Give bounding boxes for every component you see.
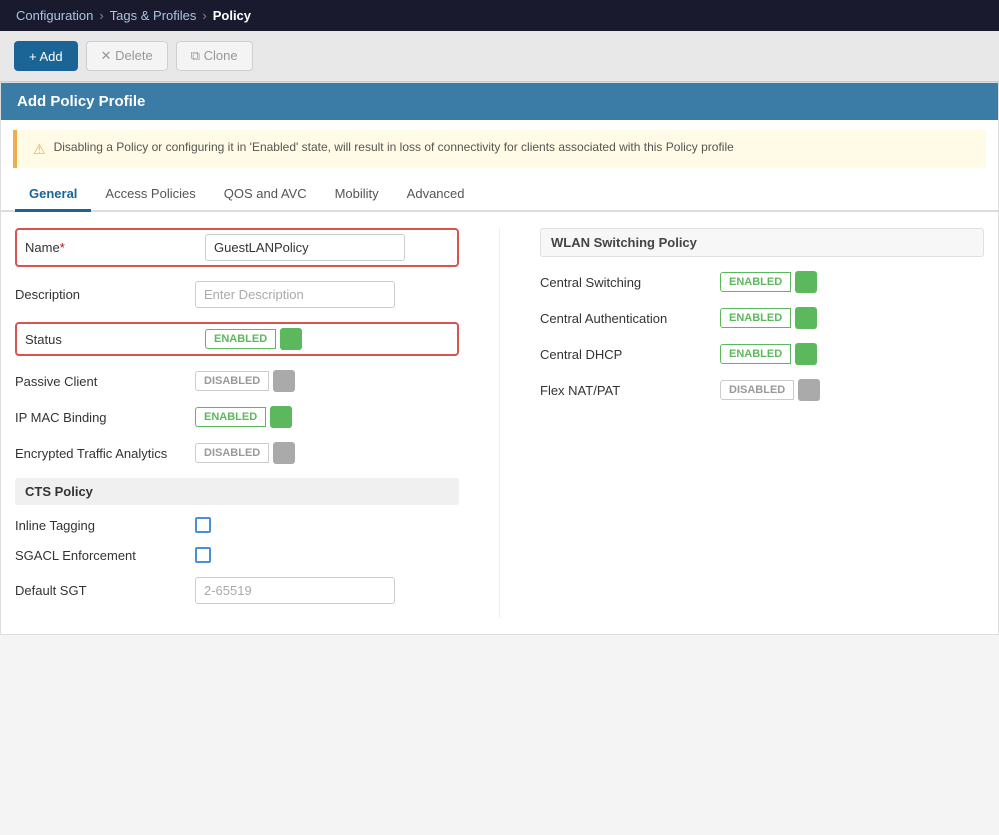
chevron-icon-2: ›: [202, 8, 206, 23]
warning-icon: ⚠: [33, 141, 46, 158]
right-column: WLAN Switching Policy Central Switching …: [500, 228, 984, 618]
flex-nat-label: Flex NAT/PAT: [540, 383, 720, 398]
left-column: Name* Description Status ENABLED Passive…: [15, 228, 500, 618]
central-switching-toggle-label: ENABLED: [720, 272, 791, 292]
warning-text: Disabling a Policy or configuring it in …: [54, 140, 734, 154]
delete-button[interactable]: ✕ Delete: [86, 41, 168, 71]
status-toggle-switch[interactable]: [280, 328, 302, 350]
toolbar: + Add ✕ Delete ⧉ Clone: [0, 31, 999, 82]
ip-mac-label: IP MAC Binding: [15, 410, 195, 425]
ip-mac-toggle-label: ENABLED: [195, 407, 266, 427]
eta-toggle-switch[interactable]: [273, 442, 295, 464]
central-switching-toggle-switch[interactable]: [795, 271, 817, 293]
clone-button[interactable]: ⧉ Clone: [176, 41, 253, 71]
default-sgt-input[interactable]: [195, 577, 395, 604]
central-switching-row: Central Switching ENABLED: [540, 271, 984, 293]
flex-nat-toggle-switch[interactable]: [798, 379, 820, 401]
tab-access-policies[interactable]: Access Policies: [91, 178, 209, 212]
form-header: Add Policy Profile: [1, 83, 998, 120]
add-button[interactable]: + Add: [14, 41, 78, 71]
name-row-highlighted: Name*: [15, 228, 459, 267]
sgacl-checkbox[interactable]: [195, 547, 211, 563]
form-body: Name* Description Status ENABLED Passive…: [1, 212, 998, 634]
sgacl-label: SGACL Enforcement: [15, 548, 195, 563]
warning-banner: ⚠ Disabling a Policy or configuring it i…: [13, 130, 986, 168]
default-sgt-row: Default SGT: [15, 577, 459, 604]
cts-section-header: CTS Policy: [15, 478, 459, 505]
name-label: Name*: [25, 240, 205, 255]
tab-qos-avc[interactable]: QOS and AVC: [210, 178, 321, 212]
description-row: Description: [15, 281, 459, 308]
central-dhcp-toggle-label: ENABLED: [720, 344, 791, 364]
eta-row: Encrypted Traffic Analytics DISABLED: [15, 442, 459, 464]
sgacl-row: SGACL Enforcement: [15, 547, 459, 563]
central-auth-label: Central Authentication: [540, 311, 720, 326]
eta-label: Encrypted Traffic Analytics: [15, 446, 195, 461]
wlan-section-title: WLAN Switching Policy: [540, 228, 984, 257]
nav-current: Policy: [213, 8, 251, 23]
central-switching-label: Central Switching: [540, 275, 720, 290]
ip-mac-row: IP MAC Binding ENABLED: [15, 406, 459, 428]
default-sgt-label: Default SGT: [15, 583, 195, 598]
nav-tags-profiles[interactable]: Tags & Profiles: [110, 8, 197, 23]
ip-mac-toggle-switch[interactable]: [270, 406, 292, 428]
name-required-indicator: *: [60, 240, 65, 255]
description-label: Description: [15, 287, 195, 302]
passive-toggle-wrap: DISABLED: [195, 370, 295, 392]
name-input[interactable]: [205, 234, 405, 261]
central-auth-row: Central Authentication ENABLED: [540, 307, 984, 329]
central-dhcp-label: Central DHCP: [540, 347, 720, 362]
passive-toggle-label: DISABLED: [195, 371, 269, 391]
central-dhcp-toggle-wrap: ENABLED: [720, 343, 817, 365]
inline-tagging-checkbox[interactable]: [195, 517, 211, 533]
passive-client-row: Passive Client DISABLED: [15, 370, 459, 392]
flex-nat-toggle-label: DISABLED: [720, 380, 794, 400]
status-row-highlighted: Status ENABLED: [15, 322, 459, 356]
description-input[interactable]: [195, 281, 395, 308]
eta-toggle-wrap: DISABLED: [195, 442, 295, 464]
top-nav: Configuration › Tags & Profiles › Policy: [0, 0, 999, 31]
chevron-icon-1: ›: [99, 8, 103, 23]
flex-nat-toggle-wrap: DISABLED: [720, 379, 820, 401]
passive-toggle-switch[interactable]: [273, 370, 295, 392]
status-toggle-label: ENABLED: [205, 329, 276, 349]
flex-nat-row: Flex NAT/PAT DISABLED: [540, 379, 984, 401]
ip-mac-toggle-wrap: ENABLED: [195, 406, 292, 428]
passive-client-label: Passive Client: [15, 374, 195, 389]
central-switching-toggle-wrap: ENABLED: [720, 271, 817, 293]
central-dhcp-toggle-switch[interactable]: [795, 343, 817, 365]
form-container: Add Policy Profile ⚠ Disabling a Policy …: [0, 82, 999, 635]
nav-configuration[interactable]: Configuration: [16, 8, 93, 23]
central-auth-toggle-label: ENABLED: [720, 308, 791, 328]
status-toggle-wrap: ENABLED: [205, 328, 302, 350]
inline-tagging-label: Inline Tagging: [15, 518, 195, 533]
tabs-container: General Access Policies QOS and AVC Mobi…: [1, 178, 998, 212]
eta-toggle-label: DISABLED: [195, 443, 269, 463]
tab-general[interactable]: General: [15, 178, 91, 212]
central-dhcp-row: Central DHCP ENABLED: [540, 343, 984, 365]
status-label: Status: [25, 332, 205, 347]
tab-mobility[interactable]: Mobility: [321, 178, 393, 212]
inline-tagging-row: Inline Tagging: [15, 517, 459, 533]
central-auth-toggle-switch[interactable]: [795, 307, 817, 329]
tab-advanced[interactable]: Advanced: [393, 178, 479, 212]
central-auth-toggle-wrap: ENABLED: [720, 307, 817, 329]
